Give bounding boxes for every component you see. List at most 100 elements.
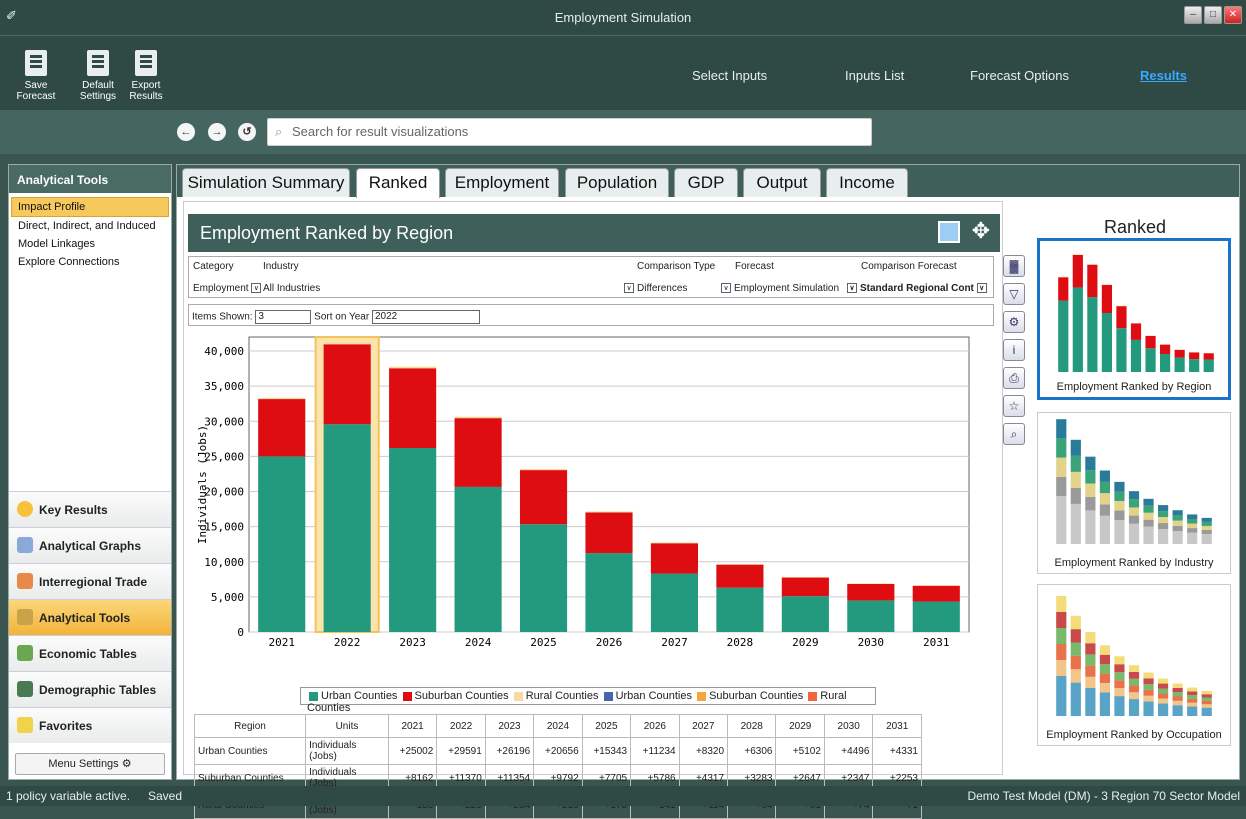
- table-header-cell[interactable]: 2028: [728, 715, 776, 738]
- zoom-icon[interactable]: ⌕: [1003, 423, 1025, 445]
- tab-simulation-summary[interactable]: Simulation Summary: [182, 168, 350, 197]
- tab-employment[interactable]: Employment: [445, 168, 559, 197]
- sidebar-nav-demographic-tables[interactable]: Demographic Tables: [9, 671, 171, 707]
- items-shown-stepper[interactable]: 3: [255, 310, 311, 324]
- tab-gdp[interactable]: GDP: [674, 168, 738, 197]
- forward-icon[interactable]: →: [208, 123, 226, 141]
- sidebar-nav-key-results[interactable]: Key Results: [9, 491, 171, 527]
- tab-ranked[interactable]: Ranked: [356, 168, 440, 198]
- thumb-bar-segment: [1158, 511, 1168, 517]
- table-header-cell[interactable]: 2025: [582, 715, 630, 738]
- sidebar-item-model-linkages[interactable]: Model Linkages: [9, 235, 171, 253]
- nav-forecast-options[interactable]: Forecast Options: [970, 68, 1069, 83]
- table-header-cell[interactable]: 2021: [388, 715, 436, 738]
- grid-view-icon[interactable]: [938, 221, 960, 243]
- forecast-select[interactable]: ∨Employment Simulation: [721, 283, 839, 294]
- table-cell: +25002: [388, 738, 436, 765]
- thumb-bar-segment: [1129, 699, 1139, 716]
- nav-inputs-list[interactable]: Inputs List: [845, 68, 904, 83]
- thumb-bar-segment: [1114, 664, 1124, 672]
- history-icon[interactable]: ↺: [238, 123, 256, 141]
- nav-results[interactable]: Results: [1140, 68, 1187, 83]
- comparison-forecast-select[interactable]: ∨Standard Regional Cont ∨: [847, 283, 990, 294]
- back-icon[interactable]: ←: [177, 123, 195, 141]
- main-area: Simulation Summary Ranked Employment Pop…: [176, 164, 1240, 780]
- export-results-button[interactable]: Export Results: [126, 50, 166, 102]
- category-select[interactable]: Employment ∨: [193, 283, 264, 294]
- star-icon[interactable]: ☆: [1003, 395, 1025, 417]
- thumb-ranked-by-region[interactable]: Employment Ranked by Region: [1037, 238, 1231, 400]
- thumb-ranked-by-occupation[interactable]: Employment Ranked by Occupation: [1037, 584, 1231, 746]
- thumb-bar-segment: [1085, 457, 1095, 470]
- table-header-cell[interactable]: 2027: [679, 715, 727, 738]
- save-forecast-button[interactable]: Save Forecast: [6, 50, 66, 102]
- bar-segment: [585, 512, 632, 553]
- legend-swatch: [697, 692, 706, 701]
- thumb-bar-segment: [1202, 708, 1212, 716]
- sidebar-item-direct-indirect[interactable]: Direct, Indirect, and Induced: [9, 217, 171, 235]
- sort-year-select[interactable]: 2022: [372, 310, 480, 324]
- move-icon[interactable]: ✥: [972, 218, 990, 244]
- title-bar: ✐ Employment Simulation ‒ □ ✕: [0, 0, 1246, 36]
- thumb-bar-segment: [1056, 419, 1066, 438]
- table-header-cell[interactable]: 2023: [485, 715, 533, 738]
- thumb-bar-segment: [1143, 678, 1153, 684]
- table-header-cell[interactable]: 2031: [873, 715, 922, 738]
- chevron-down-icon: ∨: [251, 283, 261, 293]
- comparison-type-select[interactable]: ∨Differences: [624, 283, 687, 294]
- sidebar-nav-economic-tables[interactable]: Economic Tables: [9, 635, 171, 671]
- chart-type-icon[interactable]: ▓: [1003, 255, 1025, 277]
- table-header-cell[interactable]: 2022: [437, 715, 485, 738]
- thumb-bar-segment: [1202, 704, 1212, 707]
- table-header-cell[interactable]: Region: [195, 715, 306, 738]
- menu-settings-label: Menu Settings: [48, 758, 118, 770]
- thumb-ranked-by-industry[interactable]: Employment Ranked by Industry: [1037, 412, 1231, 574]
- thumbnail-panel: Ranked Employment Ranked by Region Emplo…: [1035, 201, 1235, 775]
- thumb-bar-segment: [1187, 699, 1197, 703]
- table-header-cell[interactable]: 2024: [534, 715, 582, 738]
- chart-settings-icon[interactable]: ⚙: [1003, 311, 1025, 333]
- table-header-cell[interactable]: Units: [306, 715, 389, 738]
- minimize-button[interactable]: ‒: [1184, 6, 1202, 24]
- restore-button[interactable]: □: [1204, 6, 1222, 24]
- menu-settings-button[interactable]: Menu Settings ⚙: [15, 753, 165, 775]
- thumb-bar-segment: [1187, 691, 1197, 695]
- print-icon[interactable]: ⎙: [1003, 367, 1025, 389]
- thumb-bar-segment: [1071, 440, 1081, 456]
- thumb-bar-segment: [1143, 696, 1153, 702]
- sidebar-nav-favorites[interactable]: Favorites: [9, 707, 171, 743]
- thumb-bar-segment: [1056, 644, 1066, 660]
- graph-magnifier-icon: [17, 537, 33, 553]
- sidebar-nav-interregional-trade[interactable]: Interregional Trade: [9, 563, 171, 599]
- table-header-cell[interactable]: 2030: [824, 715, 872, 738]
- default-settings-button[interactable]: Default Settings: [78, 50, 118, 102]
- sidebar-nav-economic-tables-label: Economic Tables: [39, 647, 137, 661]
- filter-icon[interactable]: ▽: [1003, 283, 1025, 305]
- table-header-cell[interactable]: 2029: [776, 715, 824, 738]
- tab-output[interactable]: Output: [743, 168, 821, 197]
- industry-select[interactable]: All Industries: [263, 283, 320, 294]
- search-input[interactable]: ⌕ Search for result visualizations: [267, 118, 872, 146]
- thumb-bar-segment: [1102, 313, 1112, 372]
- close-button[interactable]: ✕: [1224, 6, 1242, 24]
- nav-select-inputs[interactable]: Select Inputs: [692, 68, 767, 83]
- sidebar-item-impact-profile[interactable]: Impact Profile: [11, 197, 169, 217]
- thumb-bar-segment: [1087, 297, 1097, 372]
- sidebar-nav-analytical-graphs[interactable]: Analytical Graphs: [9, 527, 171, 563]
- search-placeholder: Search for result visualizations: [292, 124, 468, 139]
- table-header-cell[interactable]: 2026: [631, 715, 679, 738]
- tab-income[interactable]: Income: [826, 168, 908, 197]
- thumb-bar-segment: [1158, 699, 1168, 704]
- thumb-region-caption: Employment Ranked by Region: [1040, 381, 1228, 393]
- x-tick-label: 2022: [334, 636, 361, 649]
- y-tick-label: 15,000: [204, 521, 244, 534]
- table-cell: +15343: [582, 738, 630, 765]
- sidebar-nav-analytical-tools[interactable]: Analytical Tools: [9, 599, 171, 635]
- info-icon[interactable]: i: [1003, 339, 1025, 361]
- y-tick-label: 35,000: [204, 380, 244, 393]
- table-cell: +4331: [873, 738, 922, 765]
- sidebar-item-explore-connections[interactable]: Explore Connections: [9, 253, 171, 271]
- table-row[interactable]: Urban CountiesIndividuals (Jobs)+25002+2…: [195, 738, 922, 765]
- tab-population[interactable]: Population: [565, 168, 669, 197]
- thumb-bar-segment: [1173, 701, 1183, 705]
